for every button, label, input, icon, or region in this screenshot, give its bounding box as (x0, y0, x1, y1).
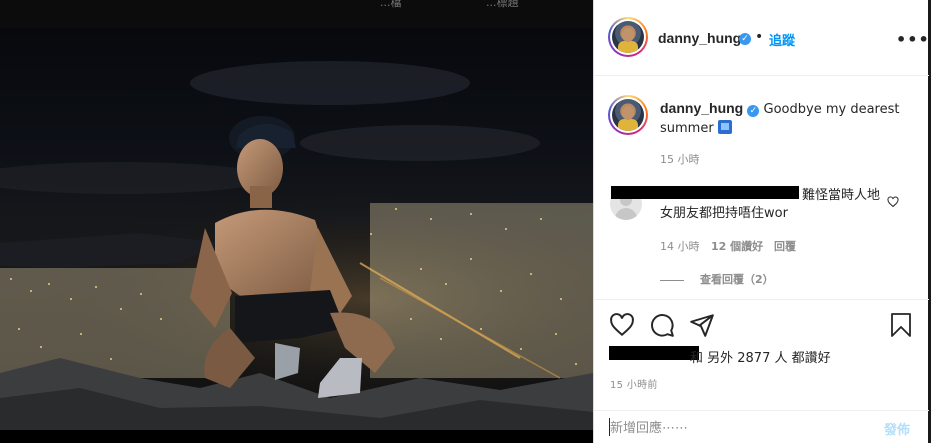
post-photo[interactable] (0, 28, 593, 430)
heart-icon[interactable] (608, 312, 636, 338)
more-options-icon[interactable]: ••• (896, 30, 930, 49)
caption-username[interactable]: danny_hung (660, 100, 743, 116)
verified-badge-icon: ✓ (739, 33, 751, 45)
comment-time[interactable]: 14 小時 (660, 238, 700, 254)
post-header: danny_hung ✓ • 追蹤 ••• (594, 0, 929, 76)
top-fragment-left: ...檔 (380, 0, 402, 9)
comment-box: 發佈 (594, 410, 929, 443)
action-bar: 和 另外 2877 人 都讚好 15 小時前 (594, 299, 929, 411)
city-night-emoji-icon (717, 120, 732, 134)
comment-text: 難怪當時人地女朋友都把持唔住wor (660, 188, 881, 221)
caption-avatar[interactable] (608, 95, 648, 135)
view-replies-button[interactable]: 查看回覆（2） (660, 271, 774, 287)
author-avatar[interactable] (608, 17, 648, 57)
top-strip: ...檔 ...標題 (0, 0, 593, 28)
night-city-photo (0, 61, 593, 430)
likes-summary[interactable]: 和 另外 2877 人 都讚好 (690, 347, 831, 366)
comment-likes-count[interactable]: 12 個讚好 (711, 238, 763, 254)
post-comment-button[interactable]: 發佈 (884, 419, 910, 438)
follow-button[interactable]: 追蹤 (769, 30, 795, 49)
caption-verified-icon: ✓ (747, 105, 760, 117)
add-comment-input[interactable] (610, 419, 870, 437)
bottom-strip (0, 430, 593, 443)
replies-divider-line (660, 279, 684, 281)
send-icon[interactable] (689, 312, 715, 338)
bookmark-icon[interactable] (890, 312, 912, 338)
comment-like-heart-icon[interactable] (887, 196, 899, 208)
posted-time[interactable]: 15 小時前 (610, 376, 658, 391)
post-sidebar: danny_hung ✓ • 追蹤 ••• danny_hung ✓ Goodb… (593, 0, 931, 443)
comment-icon[interactable] (649, 312, 675, 338)
author-username[interactable]: danny_hung (658, 30, 741, 46)
post-caption: danny_hung ✓ Goodbye my dearest summer (660, 99, 900, 138)
top-fragment-right: ...標題 (486, 0, 519, 9)
reply-button[interactable]: 回覆 (774, 238, 796, 254)
caption-time[interactable]: 15 小時 (660, 151, 700, 167)
separator-dot: • (755, 29, 764, 45)
redacted-liker (609, 346, 699, 360)
